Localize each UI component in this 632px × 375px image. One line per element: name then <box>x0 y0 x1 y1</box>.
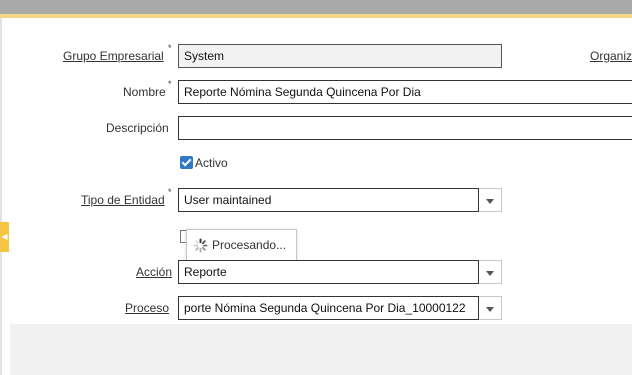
proceso-select[interactable]: porte Nómina Segunda Quincena Por Dia_10… <box>178 296 479 320</box>
activo-checkbox[interactable] <box>180 156 193 169</box>
loading-text: Procesando... <box>212 238 287 252</box>
nombre-input[interactable]: Reporte Nómina Segunda Quincena Por Dia <box>178 80 632 104</box>
required-marker: * <box>168 187 172 197</box>
form-footer <box>10 324 632 375</box>
descripcion-input[interactable] <box>178 116 632 140</box>
proceso-dropdown-button[interactable] <box>479 296 502 320</box>
activo-label: Activo <box>195 156 228 170</box>
organization-link[interactable]: Organiz <box>590 48 632 64</box>
collapse-panel-tab[interactable]: ◀ <box>0 222 9 252</box>
accion-label[interactable]: Acción <box>136 264 172 280</box>
tipo-entidad-label[interactable]: Tipo de Entidad <box>81 192 165 208</box>
descripcion-label: Descripción <box>106 121 169 135</box>
accion-select[interactable]: Reporte <box>178 260 479 284</box>
grupo-empresarial-label[interactable]: Grupo Empresarial <box>63 48 164 64</box>
loading-indicator: Procesando... <box>186 229 297 261</box>
required-marker: * <box>168 79 172 89</box>
proceso-label[interactable]: Proceso <box>125 300 169 316</box>
spinner-icon <box>193 238 208 253</box>
grupo-empresarial-field: System <box>178 44 502 68</box>
top-bar <box>0 0 632 14</box>
accion-dropdown-button[interactable] <box>479 260 502 284</box>
tipo-entidad-dropdown-button[interactable] <box>479 188 502 212</box>
tipo-entidad-select[interactable]: User maintained <box>178 188 479 212</box>
required-marker: * <box>168 43 172 53</box>
chevron-left-icon: ◀ <box>1 232 8 241</box>
top-bar-accent <box>0 14 632 18</box>
nombre-label: Nombre <box>123 85 166 99</box>
left-border <box>0 18 2 375</box>
